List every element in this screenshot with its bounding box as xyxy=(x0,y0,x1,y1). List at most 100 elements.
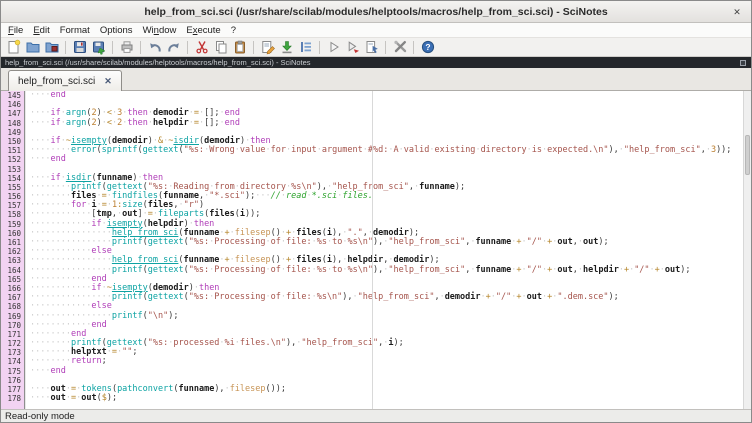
code-token: sprintf xyxy=(102,145,138,155)
window-close-icon[interactable]: ✕ xyxy=(730,5,744,19)
code-token: end xyxy=(50,154,65,164)
code-line[interactable]: ········error(sprintf(gettext("%s:·Wrong… xyxy=(30,146,751,155)
code-area[interactable]: ····end····if·argn(2)·<·3·then·demodir·=… xyxy=(25,91,751,409)
code-line[interactable]: ········printf(gettext("%s:·processed·%i… xyxy=(30,339,751,348)
code-token: existing xyxy=(434,145,475,155)
line-number: 160 xyxy=(1,229,24,238)
line-number: 151 xyxy=(1,146,24,155)
code-line[interactable]: ····out·=·tokens(pathconvert(funname),·f… xyxy=(30,385,751,394)
code-token: of xyxy=(271,292,281,302)
code-token: "" xyxy=(122,347,132,357)
line-number: 171 xyxy=(1,330,24,339)
code-token: ); xyxy=(245,191,255,201)
menu-item-options[interactable]: Options xyxy=(95,25,138,36)
load-into-scilab-icon xyxy=(279,39,295,55)
code-token: "help_from_sci" xyxy=(388,237,465,247)
undo-button[interactable] xyxy=(145,39,164,56)
code-line[interactable]: ················printf(gettext("%s:·Proc… xyxy=(30,293,751,302)
tab-close-icon[interactable]: ✕ xyxy=(104,76,112,87)
code-token: ); xyxy=(680,265,690,275)
toolbar-separator xyxy=(385,41,386,54)
code-line[interactable]: ················printf(gettext("%s:·Proc… xyxy=(30,238,751,247)
status-text: Read-only mode xyxy=(5,411,75,422)
code-line[interactable]: ····if·argn(2)·<·2·then·helpdir·=·[];·en… xyxy=(30,119,751,128)
line-number: 150 xyxy=(1,137,24,146)
save-as-button[interactable] xyxy=(89,39,108,56)
line-number: 167 xyxy=(1,293,24,302)
menu-item-execute[interactable]: Execute xyxy=(181,25,225,36)
code-token: for xyxy=(271,145,286,155)
line-number: 169 xyxy=(1,312,24,321)
code-token: valid xyxy=(404,145,430,155)
title-bar[interactable]: help_from_sci.sci (/usr/share/scilab/mod… xyxy=(1,1,751,23)
menu-item-edit[interactable]: Edit xyxy=(28,25,54,36)
code-line[interactable]: ············end xyxy=(30,321,751,330)
line-number: 148 xyxy=(1,119,24,128)
code-token: error xyxy=(71,145,97,155)
scrollbar-thumb[interactable] xyxy=(745,135,750,175)
menu-item-file[interactable]: File xyxy=(3,25,28,36)
code-token: )); xyxy=(716,145,731,155)
execute-echo-button[interactable] xyxy=(343,39,362,56)
code-token: funname xyxy=(419,182,455,192)
code-line[interactable]: ················printf(gettext("%s:·Proc… xyxy=(30,266,751,275)
copy-icon xyxy=(213,39,229,55)
code-token: printf xyxy=(112,311,143,321)
code-token: out xyxy=(50,393,65,403)
code-token: "/" xyxy=(527,265,542,275)
line-number: 145 xyxy=(1,91,24,100)
redo-button[interactable] xyxy=(164,39,183,56)
internal-title: help_from_sci.sci (/usr/share/scilab/mod… xyxy=(5,58,311,67)
code-token: out xyxy=(527,292,542,302)
code-token: ···· xyxy=(30,393,50,403)
menu-item-window[interactable]: Window xyxy=(138,25,182,36)
find-replace-button[interactable] xyxy=(258,39,277,56)
open-in-scilab-button[interactable] xyxy=(42,39,61,56)
menu-item-format[interactable]: Format xyxy=(55,25,95,36)
code-line[interactable]: ········return; xyxy=(30,357,751,366)
open-file-button[interactable] xyxy=(23,39,42,56)
code-token: out xyxy=(557,237,572,247)
code-line[interactable]: ····end xyxy=(30,91,751,100)
undock-icon[interactable] xyxy=(740,60,746,66)
code-navigator-icon xyxy=(298,39,314,55)
vertical-scrollbar[interactable] xyxy=(743,91,751,409)
paste-button[interactable] xyxy=(230,39,249,56)
line-number: 163 xyxy=(1,256,24,265)
code-token: out xyxy=(81,393,96,403)
copy-button[interactable] xyxy=(211,39,230,56)
line-number: 172 xyxy=(1,339,24,348)
code-token: directory xyxy=(481,145,527,155)
code-token: "help_from_sci" xyxy=(624,145,701,155)
load-into-scilab-button[interactable] xyxy=(277,39,296,56)
editor[interactable]: 1451461471481491501511521531541551561571… xyxy=(1,91,751,409)
cut-button[interactable] xyxy=(192,39,211,56)
code-token: ), xyxy=(342,292,352,302)
code-line[interactable]: ····out·=·out($); xyxy=(30,394,751,403)
new-file-button[interactable] xyxy=(4,39,23,56)
code-navigator-button[interactable] xyxy=(296,39,315,56)
line-number: 154 xyxy=(1,174,24,183)
save-button[interactable] xyxy=(70,39,89,56)
tab-help_from_sci.sci[interactable]: help_from_sci.sci✕ xyxy=(8,70,122,91)
execute-until-caret-button[interactable] xyxy=(362,39,381,56)
code-line[interactable]: ········helptxt·=·""; xyxy=(30,348,751,357)
line-number: 176 xyxy=(1,376,24,385)
code-token: "%s: xyxy=(148,338,168,348)
code-token: "\n" xyxy=(148,311,168,321)
about-button[interactable]: ? xyxy=(418,39,437,56)
code-line[interactable]: ····end xyxy=(30,367,751,376)
code-line[interactable]: ················printf("\n"); xyxy=(30,312,751,321)
print-button[interactable] xyxy=(117,39,136,56)
internal-title-bar[interactable]: help_from_sci.sci (/usr/share/scilab/mod… xyxy=(1,57,751,68)
code-line[interactable]: ····end xyxy=(30,155,751,164)
code-token: #%d: xyxy=(368,145,388,155)
execute-file-button[interactable] xyxy=(324,39,343,56)
line-number: 158 xyxy=(1,210,24,219)
preferences-button[interactable] xyxy=(390,39,409,56)
code-token: ···· xyxy=(30,91,50,100)
code-token: ), xyxy=(373,237,383,247)
toolbar-separator xyxy=(187,41,188,54)
code-token: ()); xyxy=(266,384,286,394)
menu-item-help[interactable]: ? xyxy=(226,25,241,36)
